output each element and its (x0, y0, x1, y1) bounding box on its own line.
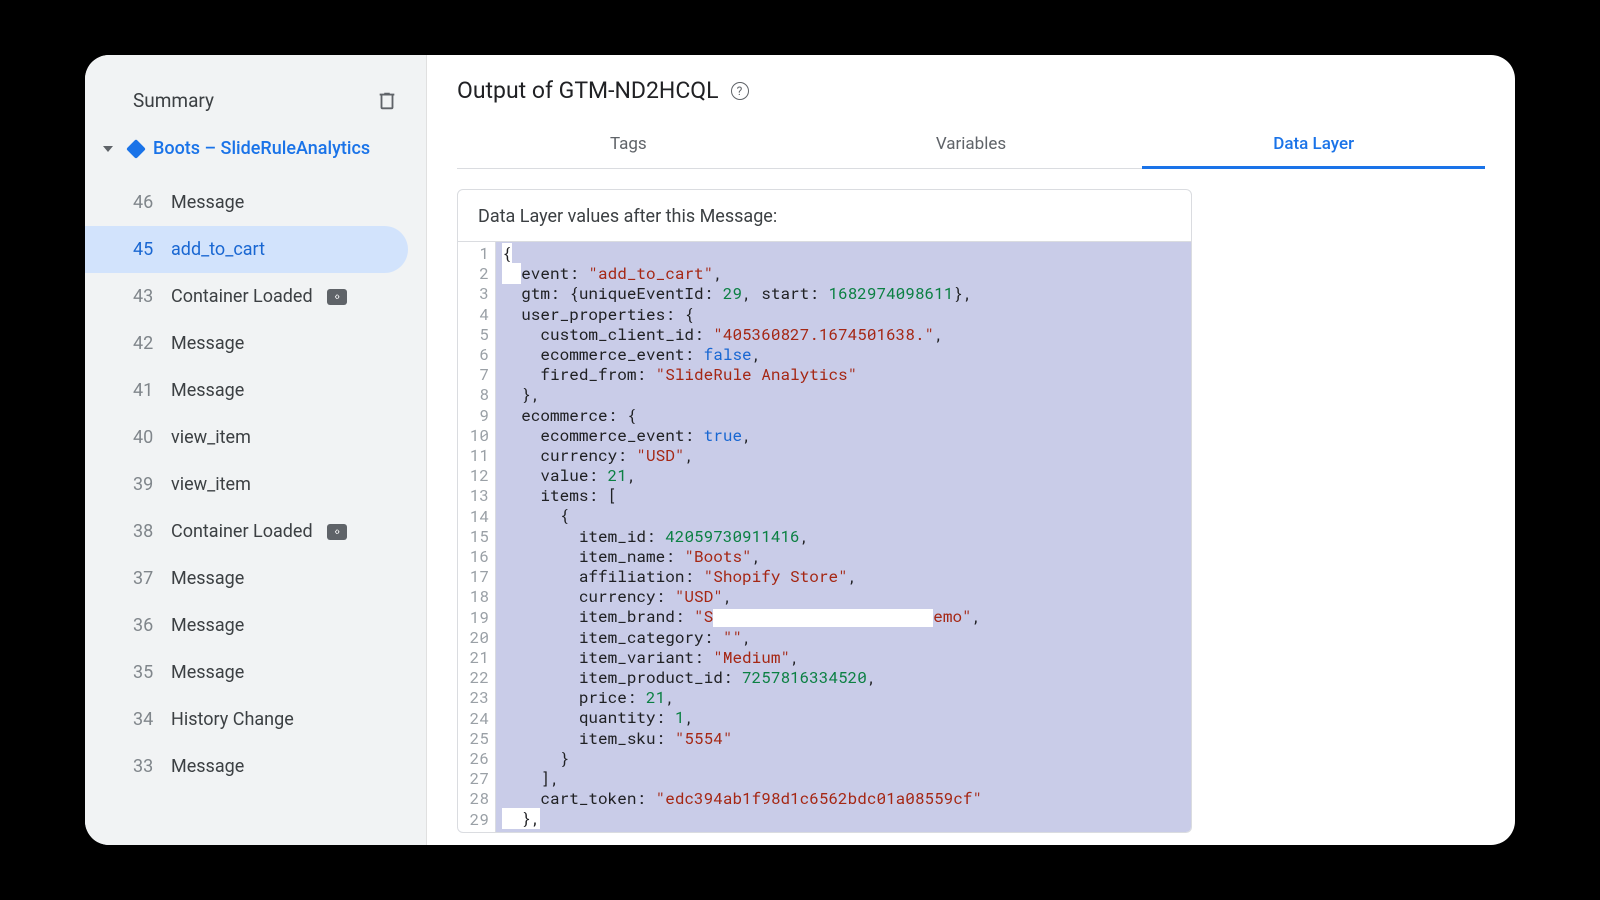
sidebar-event-37[interactable]: 37 Message (85, 555, 408, 602)
event-index: 34 (133, 709, 161, 730)
sidebar-event-34[interactable]: 34 History Change (85, 696, 408, 743)
event-label: Container Loaded (171, 521, 313, 542)
event-label: Message (171, 662, 244, 683)
sidebar: Summary Boots – SlideRuleAnalytics 46 Mes… (85, 55, 427, 845)
event-label: add_to_cart (171, 239, 265, 260)
panel-area: Data Layer values after this Message: 12… (427, 169, 1515, 845)
code-content[interactable]: { event: "add_to_cart", gtm: {uniqueEven… (496, 242, 1191, 832)
event-index: 45 (133, 239, 161, 260)
sidebar-event-39[interactable]: 39 view_item (85, 461, 408, 508)
main-panel: Output of GTM-ND2HCQL ? TagsVariablesDat… (427, 55, 1515, 845)
tab-data-layer[interactable]: Data Layer (1142, 122, 1485, 168)
event-index: 38 (133, 521, 161, 542)
event-index: 37 (133, 568, 161, 589)
clear-all-icon[interactable] (376, 90, 398, 112)
tab-variables[interactable]: Variables (800, 122, 1143, 168)
event-label: view_item (171, 474, 251, 495)
sidebar-event-42[interactable]: 42 Message (85, 320, 408, 367)
event-index: 46 (133, 192, 161, 213)
sidebar-event-46[interactable]: 46 Message (85, 179, 408, 226)
event-index: 36 (133, 615, 161, 636)
sidebar-tree-root[interactable]: Boots – SlideRuleAnalytics (85, 130, 426, 173)
event-label: Message (171, 756, 244, 777)
app-window: Summary Boots – SlideRuleAnalytics 46 Mes… (85, 55, 1515, 845)
event-list: 46 Message 45 add_to_cart 43 Container Loaded… (85, 179, 426, 790)
event-index: 35 (133, 662, 161, 683)
event-index: 42 (133, 333, 161, 354)
main-header: Output of GTM-ND2HCQL ? TagsVariablesDat… (427, 55, 1515, 169)
event-label: view_item (171, 427, 251, 448)
sidebar-event-35[interactable]: 35 Message (85, 649, 408, 696)
sidebar-event-33[interactable]: 33 Message (85, 743, 408, 790)
event-label: History Change (171, 709, 294, 730)
event-label: Message (171, 192, 244, 213)
code-badge-icon (327, 289, 347, 305)
line-gutter: 1234567891011121314151617181920212223242… (458, 242, 496, 832)
event-label: Message (171, 615, 244, 636)
code-badge-icon (327, 524, 347, 540)
data-layer-panel: Data Layer values after this Message: 12… (457, 189, 1192, 833)
event-index: 43 (133, 286, 161, 307)
root-label: Boots – SlideRuleAnalytics (153, 138, 370, 159)
container-icon (126, 139, 146, 159)
code-viewer[interactable]: 1234567891011121314151617181920212223242… (458, 242, 1191, 832)
event-label: Message (171, 568, 244, 589)
panel-title: Data Layer values after this Message: (458, 190, 1191, 242)
help-icon[interactable]: ? (731, 82, 749, 100)
tab-tags[interactable]: Tags (457, 122, 800, 168)
event-index: 40 (133, 427, 161, 448)
event-index: 33 (133, 756, 161, 777)
page-title: Output of GTM-ND2HCQL (457, 77, 719, 104)
event-index: 39 (133, 474, 161, 495)
event-index: 41 (133, 380, 161, 401)
event-label: Container Loaded (171, 286, 313, 307)
sidebar-event-45[interactable]: 45 add_to_cart (85, 226, 408, 273)
tabs: TagsVariablesData Layer (457, 122, 1485, 169)
sidebar-event-43[interactable]: 43 Container Loaded (85, 273, 408, 320)
event-label: Message (171, 380, 244, 401)
event-label: Message (171, 333, 244, 354)
sidebar-header: Summary (85, 73, 426, 130)
sidebar-title: Summary (133, 89, 214, 112)
sidebar-event-38[interactable]: 38 Container Loaded (85, 508, 408, 555)
sidebar-event-36[interactable]: 36 Message (85, 602, 408, 649)
caret-down-icon (103, 146, 113, 152)
sidebar-event-41[interactable]: 41 Message (85, 367, 408, 414)
sidebar-event-40[interactable]: 40 view_item (85, 414, 408, 461)
